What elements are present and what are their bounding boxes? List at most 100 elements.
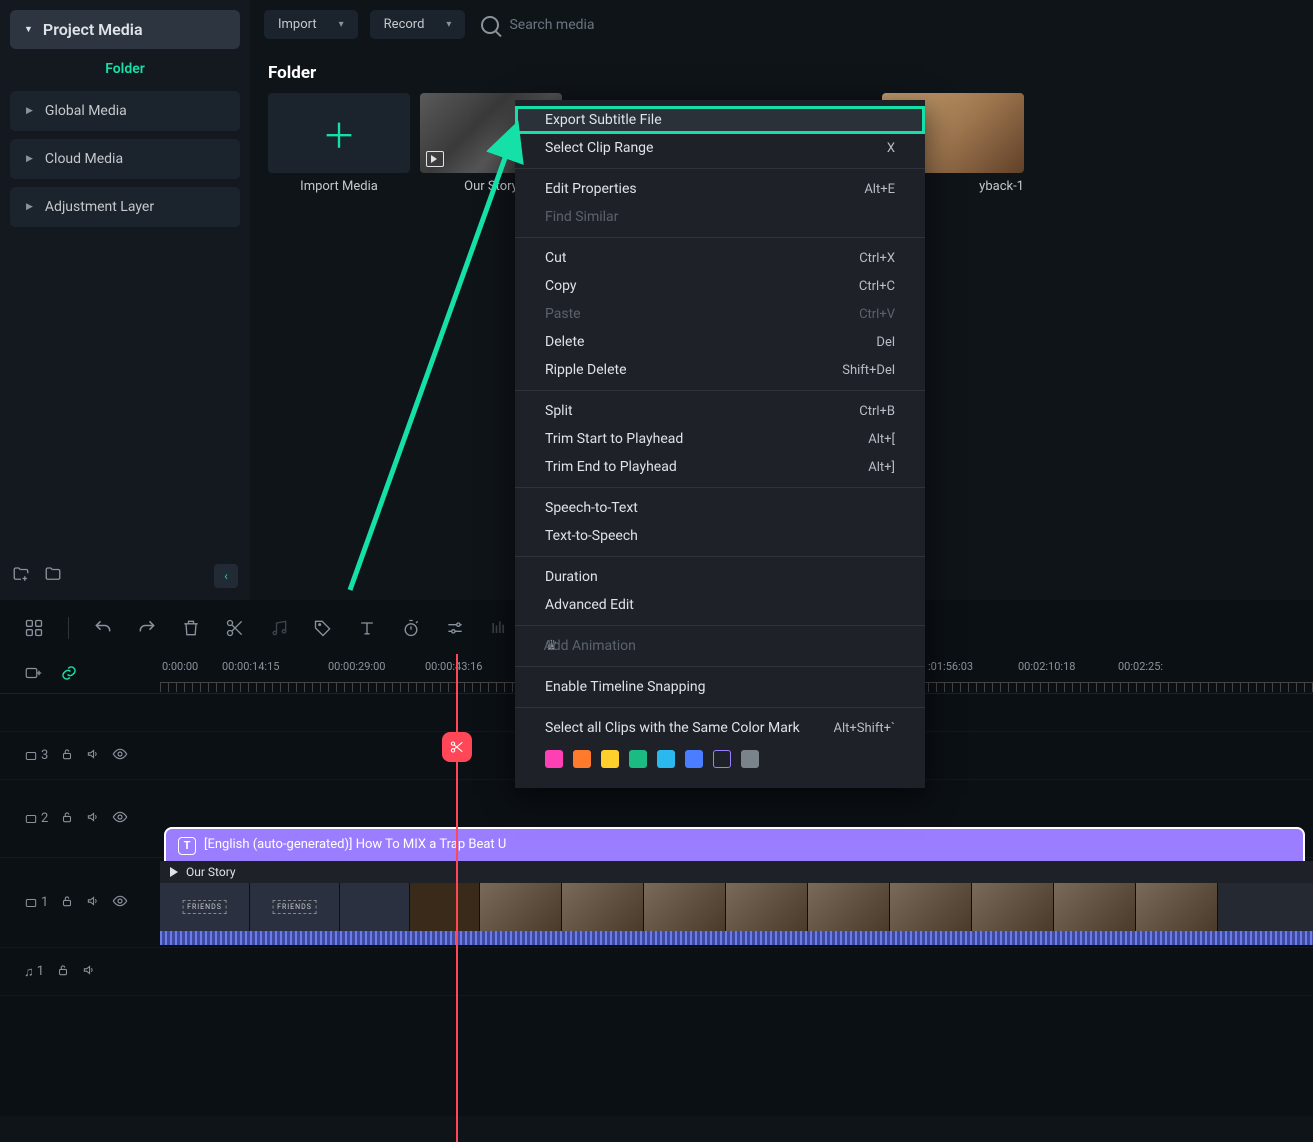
track-2: 2 T [English (auto-generated)] How To MI… bbox=[0, 780, 1313, 858]
playhead[interactable] bbox=[456, 654, 458, 1142]
sidebar-item-adjustment-layer[interactable]: ▶ Adjustment Layer bbox=[10, 187, 240, 227]
menu-label: Export Subtitle File bbox=[545, 112, 662, 128]
menu-delete[interactable]: Delete Del bbox=[515, 328, 925, 356]
color-swatch[interactable] bbox=[741, 750, 759, 768]
lock-icon[interactable] bbox=[56, 962, 70, 981]
menu-export-subtitle-file[interactable]: Export Subtitle File bbox=[515, 106, 925, 134]
folder-icon[interactable] bbox=[44, 565, 62, 587]
ruler-tick: 00:02:25: bbox=[1118, 660, 1163, 673]
menu-label: Advanced Edit bbox=[545, 597, 634, 613]
track-head: 3 bbox=[0, 746, 160, 766]
menu-enable-snapping[interactable]: Enable Timeline Snapping bbox=[515, 673, 925, 701]
grid-icon[interactable] bbox=[24, 618, 44, 638]
track-num: 3 bbox=[41, 748, 48, 763]
record-dropdown[interactable]: Record ▾ bbox=[370, 10, 466, 39]
menu-shortcut: Shift+Del bbox=[842, 363, 895, 378]
color-swatch[interactable] bbox=[713, 750, 731, 768]
menu-cut[interactable]: Cut Ctrl+X bbox=[515, 244, 925, 272]
menu-label: Ripple Delete bbox=[545, 362, 627, 378]
menu-duration[interactable]: Duration bbox=[515, 563, 925, 591]
ruler-tick: 0:00:00 bbox=[162, 660, 198, 673]
stopwatch-icon[interactable] bbox=[401, 618, 421, 638]
lock-icon[interactable] bbox=[60, 746, 74, 765]
menu-label: Duration bbox=[545, 569, 598, 585]
ruler-tick: 00:00:14:15 bbox=[222, 660, 279, 673]
menu-trim-end[interactable]: Trim End to Playhead Alt+] bbox=[515, 453, 925, 481]
color-swatch[interactable] bbox=[545, 750, 563, 768]
menu-select-clip-range[interactable]: Select Clip Range X bbox=[515, 134, 925, 162]
menu-label: Paste bbox=[545, 306, 581, 322]
color-swatch[interactable] bbox=[685, 750, 703, 768]
menu-ripple-delete[interactable]: Ripple Delete Shift+Del bbox=[515, 356, 925, 384]
menu-label: Text-to-Speech bbox=[545, 528, 638, 544]
lock-icon[interactable] bbox=[60, 893, 74, 912]
text-icon[interactable] bbox=[357, 618, 377, 638]
tag-icon[interactable] bbox=[313, 618, 333, 638]
subtitle-clip-title: [English (auto-generated)] How To MIX a … bbox=[204, 837, 506, 852]
collapse-sidebar-button[interactable]: ‹ bbox=[214, 564, 238, 588]
ruler-tick: 00:00:29:00 bbox=[328, 660, 385, 673]
menu-select-same-color[interactable]: Select all Clips with the Same Color Mar… bbox=[515, 714, 925, 742]
chevron-down-icon: ▾ bbox=[339, 19, 344, 30]
import-dropdown[interactable]: Import ▾ bbox=[264, 10, 358, 39]
menu-shortcut: Ctrl+C bbox=[859, 279, 895, 294]
menu-copy[interactable]: Copy Ctrl+C bbox=[515, 272, 925, 300]
search-icon bbox=[481, 16, 499, 34]
lock-icon[interactable] bbox=[60, 809, 74, 828]
project-media-tab[interactable]: ▼ Project Media bbox=[10, 10, 240, 49]
menu-label: Edit Properties bbox=[545, 181, 637, 197]
menu-shortcut: Ctrl+X bbox=[859, 251, 895, 266]
menu-shortcut: X bbox=[887, 141, 895, 156]
menu-speech-to-text[interactable]: Speech-to-Text bbox=[515, 494, 925, 522]
menu-label: Copy bbox=[545, 278, 577, 294]
menu-label: Trim End to Playhead bbox=[545, 459, 677, 475]
menu-label: Add Animation bbox=[544, 638, 895, 654]
text-badge-icon: T bbox=[178, 837, 196, 855]
plus-icon: ＋ bbox=[322, 109, 356, 158]
mute-icon[interactable] bbox=[86, 809, 100, 828]
menu-split[interactable]: Split Ctrl+B bbox=[515, 397, 925, 425]
import-media-button[interactable]: ＋ Import Media bbox=[268, 93, 410, 194]
mute-icon[interactable] bbox=[82, 962, 96, 981]
menu-label: Find Similar bbox=[545, 209, 618, 225]
menu-edit-properties[interactable]: Edit Properties Alt+E bbox=[515, 175, 925, 203]
menu-text-to-speech[interactable]: Text-to-Speech bbox=[515, 522, 925, 550]
menu-shortcut: Del bbox=[876, 335, 895, 350]
trash-icon[interactable] bbox=[181, 618, 201, 638]
search-placeholder: Search media bbox=[509, 17, 594, 33]
menu-advanced-edit[interactable]: Advanced Edit bbox=[515, 591, 925, 619]
folder-link[interactable]: Folder bbox=[10, 61, 240, 77]
track-num: 1 bbox=[37, 964, 44, 979]
color-swatch[interactable] bbox=[573, 750, 591, 768]
chevron-right-icon: ▶ bbox=[26, 154, 33, 164]
search-input[interactable]: Search media bbox=[481, 16, 594, 34]
link-icon[interactable] bbox=[60, 664, 78, 686]
mute-icon[interactable] bbox=[86, 893, 100, 912]
track-head: ♫1 bbox=[0, 962, 160, 981]
sidebar-item-cloud-media[interactable]: ▶ Cloud Media bbox=[10, 139, 240, 179]
color-swatch[interactable] bbox=[629, 750, 647, 768]
video-clip[interactable]: Our Story bbox=[160, 861, 1313, 945]
eye-icon[interactable] bbox=[112, 746, 128, 766]
undo-icon[interactable] bbox=[93, 618, 113, 638]
menu-trim-start[interactable]: Trim Start to Playhead Alt+[ bbox=[515, 425, 925, 453]
color-swatch[interactable] bbox=[601, 750, 619, 768]
sidebar-item-global-media[interactable]: ▶ Global Media bbox=[10, 91, 240, 131]
redo-icon[interactable] bbox=[137, 618, 157, 638]
color-swatch[interactable] bbox=[657, 750, 675, 768]
eye-icon[interactable] bbox=[112, 809, 128, 829]
new-folder-icon[interactable] bbox=[12, 565, 30, 587]
menu-label: Enable Timeline Snapping bbox=[545, 679, 705, 695]
play-icon bbox=[170, 867, 178, 877]
chevron-right-icon: ▶ bbox=[26, 106, 33, 116]
chevron-down-icon: ▼ bbox=[24, 24, 33, 35]
add-track-icon[interactable] bbox=[24, 664, 42, 686]
playhead-scissors-icon[interactable] bbox=[442, 732, 472, 762]
mute-icon[interactable] bbox=[86, 746, 100, 765]
bars-icon bbox=[489, 618, 509, 638]
menu-shortcut: Alt+E bbox=[864, 182, 895, 197]
eye-icon[interactable] bbox=[112, 893, 128, 913]
sliders-icon[interactable] bbox=[445, 618, 465, 638]
track-num: 2 bbox=[41, 811, 48, 826]
scissors-icon[interactable] bbox=[225, 618, 245, 638]
